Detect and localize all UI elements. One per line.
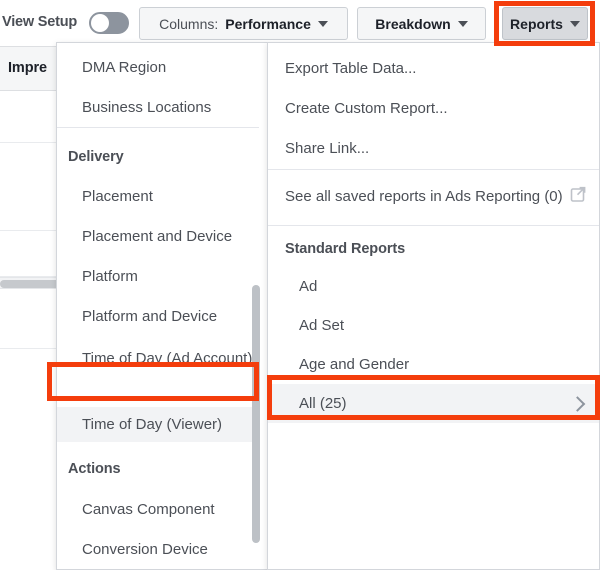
view-setup-label: View Setup (2, 14, 77, 30)
menu-item-placement-and-device[interactable]: Placement and Device (57, 216, 259, 256)
menu-divider (268, 225, 599, 226)
menu-item-label: Placement (82, 188, 153, 205)
menu-item-label: Business Locations (82, 99, 211, 116)
menu-item-conversion-device[interactable]: Conversion Device (57, 529, 259, 569)
menu-item-export-table-data[interactable]: Export Table Data... (268, 48, 599, 88)
menu-section-actions: Actions (57, 449, 259, 489)
menu-item-create-custom-report[interactable]: Create Custom Report... (268, 88, 599, 128)
breakdown-label: Breakdown (375, 16, 450, 32)
external-link-icon (570, 186, 587, 207)
menu-item-label: Share Link... (285, 140, 369, 157)
menu-item-label: Age and Gender (299, 356, 409, 373)
annotation-box-time-of-day-viewer (47, 362, 259, 401)
menu-section-standard-reports: Standard Reports (268, 229, 599, 269)
menu-item-label: DMA Region (82, 59, 166, 76)
menu-item-platform-and-device[interactable]: Platform and Device (57, 296, 259, 336)
menu-item-placement[interactable]: Placement (57, 176, 259, 216)
menu-item-dma-region[interactable]: DMA Region (57, 47, 259, 87)
annotation-box-all-25 (267, 375, 600, 420)
chevron-down-icon (318, 21, 328, 27)
columns-prefix-label: Columns: (159, 16, 218, 32)
breakdown-menu-scrollbar[interactable] (254, 47, 264, 565)
menu-item-label: Export Table Data... (285, 60, 416, 77)
chevron-down-icon (458, 21, 468, 27)
menu-divider (268, 169, 599, 170)
menu-item-time-of-day-viewer[interactable]: Time of Day (Viewer) (57, 407, 259, 442)
annotation-box-reports-button (494, 1, 595, 46)
menu-item-label: Placement and Device (82, 228, 232, 245)
menu-item-platform[interactable]: Platform (57, 256, 259, 296)
menu-item-label: Conversion Device (82, 541, 208, 558)
screenshot-root: Impre View Setup Columns: Performance Br… (0, 0, 600, 570)
reports-dropdown-menu: Export Table Data... Create Custom Repor… (267, 42, 600, 570)
menu-item-label: Create Custom Report... (285, 100, 448, 117)
menu-item-label: Time of Day (Viewer) (82, 416, 222, 433)
menu-item-label: Canvas Component (82, 501, 215, 518)
menu-item-canvas-component[interactable]: Canvas Component (57, 489, 259, 529)
menu-item-label: Ad (299, 278, 317, 295)
menu-item-ad-set[interactable]: Ad Set (268, 306, 599, 345)
breakdown-menu-scrollbar-thumb[interactable] (252, 285, 260, 543)
menu-item-ad[interactable]: Ad (268, 267, 599, 306)
menu-section-label: Standard Reports (285, 241, 405, 257)
breakdown-dropdown-button[interactable]: Breakdown (357, 7, 486, 40)
columns-value-label: Performance (225, 16, 311, 32)
toggle-knob (91, 14, 109, 32)
menu-section-label: Actions (68, 461, 120, 477)
menu-item-label: See all saved reports in Ads Reporting (… (285, 188, 563, 205)
menu-item-see-all-saved-reports[interactable]: See all saved reports in Ads Reporting (… (268, 175, 599, 217)
menu-divider (57, 127, 259, 128)
columns-dropdown-button[interactable]: Columns: Performance (139, 7, 348, 40)
menu-item-business-locations[interactable]: Business Locations (57, 87, 259, 127)
breakdown-dropdown-menu: DMA Region Business Locations Delivery P… (56, 42, 268, 570)
menu-section-delivery: Delivery (57, 137, 259, 177)
menu-item-share-link[interactable]: Share Link... (268, 128, 599, 168)
view-setup-toggle[interactable] (89, 12, 129, 34)
menu-item-label: Ad Set (299, 317, 344, 334)
table-column-header-impressions: Impre (8, 60, 47, 76)
menu-section-label: Delivery (68, 149, 124, 165)
menu-item-label: Platform (82, 268, 138, 285)
menu-item-label: Platform and Device (82, 308, 217, 325)
